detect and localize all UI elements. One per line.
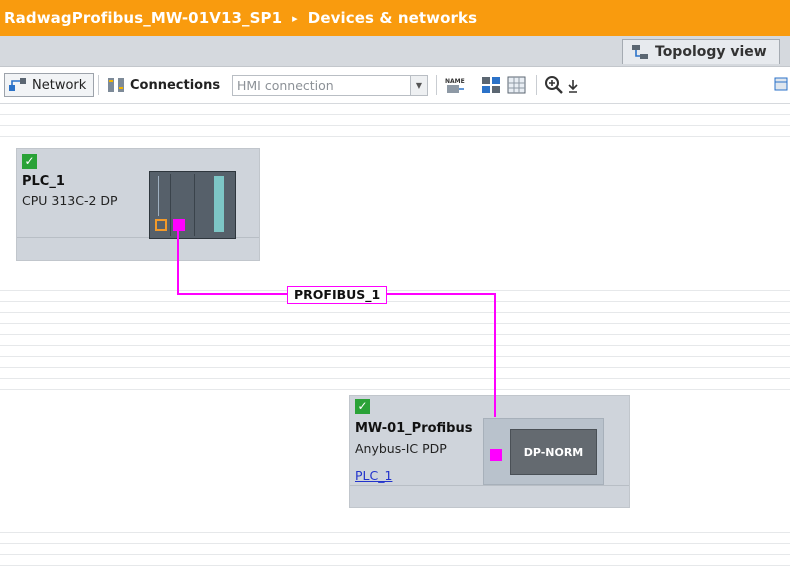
profibus-wire[interactable] <box>0 0 790 568</box>
bus-name-label[interactable]: PROFIBUS_1 <box>287 286 388 304</box>
